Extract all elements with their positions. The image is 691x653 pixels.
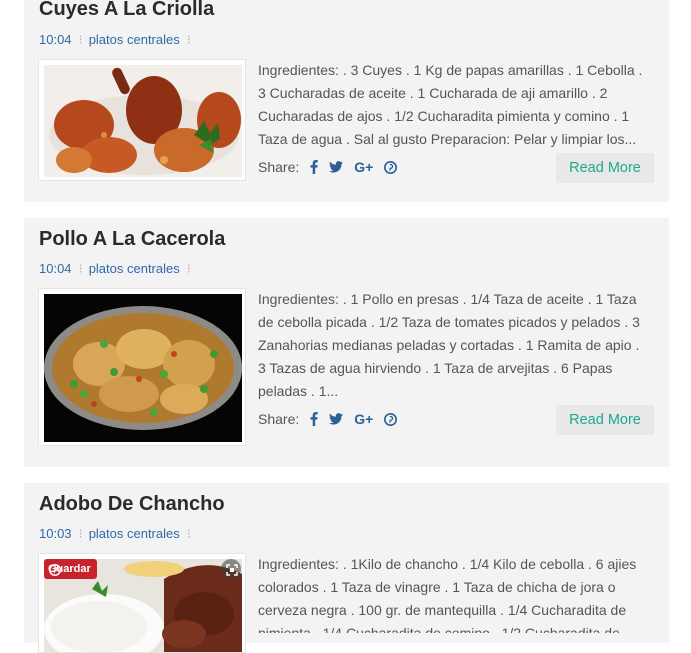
share-bar: Share: G+ (258, 157, 398, 177)
expand-icon[interactable] (221, 559, 241, 579)
post-category-link[interactable]: platos centrales (89, 261, 180, 276)
post-thumbnail[interactable] (38, 59, 246, 181)
pinterest-icon[interactable] (384, 160, 398, 174)
post-meta: 10:04 ⁝ platos centrales ⁝ (39, 261, 197, 277)
chicken-casserole-photo (44, 294, 242, 442)
post-title[interactable]: Cuyes A La Criolla (39, 0, 214, 21)
twitter-icon[interactable] (329, 161, 344, 173)
fried-cuy-photo (44, 65, 242, 177)
pinterest-save-button[interactable]: Guardar (44, 559, 97, 579)
read-more-button[interactable]: Read More (556, 405, 654, 435)
meta-separator: ⁝ (186, 526, 191, 541)
post-excerpt: Ingredientes: . 1 Pollo en presas . 1/4 … (258, 291, 640, 399)
post-card: Cuyes A La Criolla 10:04 ⁝ platos centrale… (24, 0, 669, 202)
share-bar: Share: G+ (258, 409, 398, 429)
post-time: 10:04 (39, 32, 72, 47)
post-excerpt: Ingredientes: . 1Kilo de chancho . 1/4 K… (258, 556, 637, 633)
post-meta: 10:03 ⁝ platos centrales ⁝ (39, 526, 197, 542)
post-meta: 10:04 ⁝ platos centrales ⁝ (39, 32, 197, 48)
read-more-button[interactable]: Read More (556, 153, 654, 183)
post-thumbnail[interactable] (38, 288, 246, 446)
facebook-icon[interactable] (310, 160, 318, 174)
google-plus-icon[interactable]: G+ (354, 157, 373, 177)
facebook-icon[interactable] (310, 412, 318, 426)
pinterest-icon (49, 564, 61, 576)
meta-separator: ⁝ (186, 261, 191, 276)
post-card: Pollo A La Cacerola 10:04 ⁝ platos central… (24, 218, 669, 467)
google-plus-icon[interactable]: G+ (354, 409, 373, 429)
share-label: Share: (258, 411, 300, 427)
meta-separator: ⁝ (78, 261, 83, 276)
pinterest-icon[interactable] (384, 412, 398, 426)
twitter-icon[interactable] (329, 413, 344, 425)
post-card: Adobo De Chancho 10:03 ⁝ platos centrales ⁝… (24, 483, 669, 653)
meta-separator: ⁝ (78, 32, 83, 47)
share-label: Share: (258, 159, 300, 175)
post-excerpt: Ingredientes: . 3 Cuyes . 1 Kg de papas … (258, 62, 643, 147)
post-category-link[interactable]: platos centrales (89, 32, 180, 47)
post-title[interactable]: Adobo De Chancho (39, 492, 225, 516)
post-category-link[interactable]: platos centrales (89, 526, 180, 541)
post-time: 10:04 (39, 261, 72, 276)
post-title[interactable]: Pollo A La Cacerola (39, 227, 225, 251)
meta-separator: ⁝ (78, 526, 83, 541)
meta-separator: ⁝ (186, 32, 191, 47)
post-thumbnail[interactable]: Guardar (38, 553, 246, 653)
post-time: 10:03 (39, 526, 72, 541)
